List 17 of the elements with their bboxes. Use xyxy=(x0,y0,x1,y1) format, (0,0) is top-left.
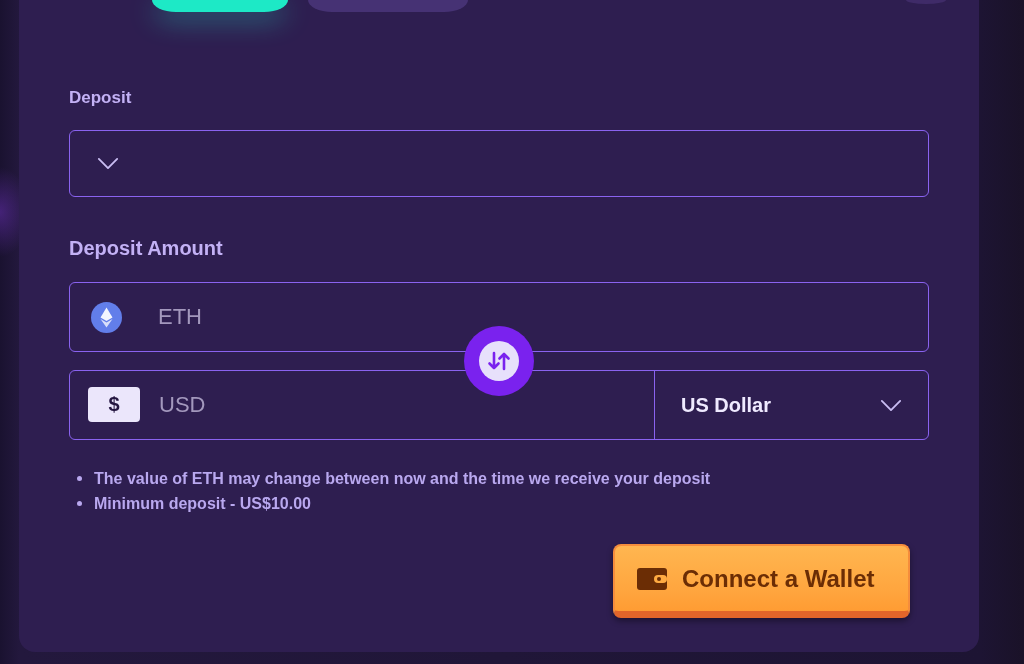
deposit-select[interactable] xyxy=(69,130,929,197)
connect-wallet-button[interactable]: Connect a Wallet xyxy=(613,544,910,618)
currency-select[interactable]: US Dollar xyxy=(655,371,928,439)
swap-arrows-icon xyxy=(479,341,519,381)
note-text: Minimum deposit - US$10.00 xyxy=(94,494,311,513)
chevron-down-icon xyxy=(97,157,119,170)
deposit-amount-label: Deposit Amount xyxy=(69,236,223,260)
bullet-icon xyxy=(77,501,82,506)
wallet-icon xyxy=(637,567,667,590)
chevron-down-icon xyxy=(880,398,902,412)
deposit-label: Deposit xyxy=(69,88,132,108)
bullet-icon xyxy=(77,476,82,481)
tab[interactable] xyxy=(152,0,288,12)
currency-symbol-badge: $ xyxy=(88,386,140,422)
note-text: The value of ETH may change between now and the time we receive your deposit xyxy=(94,469,711,488)
eth-amount-field[interactable]: ETH xyxy=(69,282,929,352)
diamond-coin-icon xyxy=(91,301,122,333)
